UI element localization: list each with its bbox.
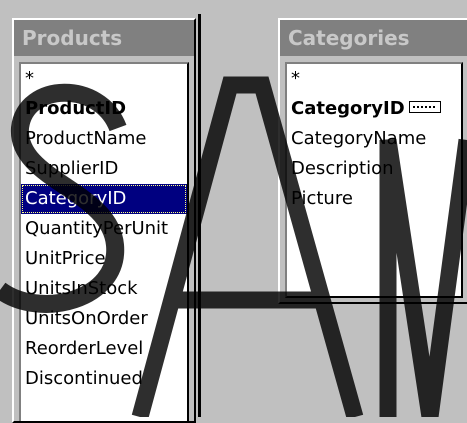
products-fields-box[interactable]: * ProductID ProductName SupplierID Categ… bbox=[19, 62, 189, 421]
field-quantityperunit[interactable]: QuantityPerUnit bbox=[21, 214, 187, 244]
field-reorderlevel[interactable]: ReorderLevel bbox=[21, 334, 187, 364]
field-all[interactable]: * bbox=[287, 64, 461, 94]
field-unitprice[interactable]: UnitPrice bbox=[21, 244, 187, 274]
products-field-list[interactable]: Products * ProductID ProductName Supplie… bbox=[12, 18, 196, 423]
field-unitsonorder[interactable]: UnitsOnOrder bbox=[21, 304, 187, 334]
field-categoryid: CategoryID bbox=[291, 98, 405, 119]
field-picture[interactable]: Picture bbox=[287, 184, 461, 214]
field-all[interactable]: * bbox=[21, 64, 187, 94]
categories-field-list[interactable]: Categories * CategoryID CategoryName Des… bbox=[278, 18, 467, 304]
categories-title-bar[interactable]: Categories bbox=[280, 20, 467, 56]
field-discontinued[interactable]: Discontinued bbox=[21, 364, 187, 394]
key-icon bbox=[408, 101, 441, 113]
products-title-bar[interactable]: Products bbox=[14, 20, 194, 56]
field-description[interactable]: Description bbox=[287, 154, 461, 184]
field-supplierid[interactable]: SupplierID bbox=[21, 154, 187, 184]
pane-splitter[interactable] bbox=[198, 14, 201, 417]
field-productid[interactable]: ProductID bbox=[21, 94, 187, 124]
field-categoryid-row[interactable]: CategoryID bbox=[287, 94, 461, 124]
categories-fields-box[interactable]: * CategoryID CategoryName Description Pi… bbox=[285, 62, 463, 298]
field-productname[interactable]: ProductName bbox=[21, 124, 187, 154]
field-categoryname[interactable]: CategoryName bbox=[287, 124, 461, 154]
field-unitsinstock[interactable]: UnitsInStock bbox=[21, 274, 187, 304]
field-categoryid[interactable]: CategoryID bbox=[21, 184, 187, 214]
